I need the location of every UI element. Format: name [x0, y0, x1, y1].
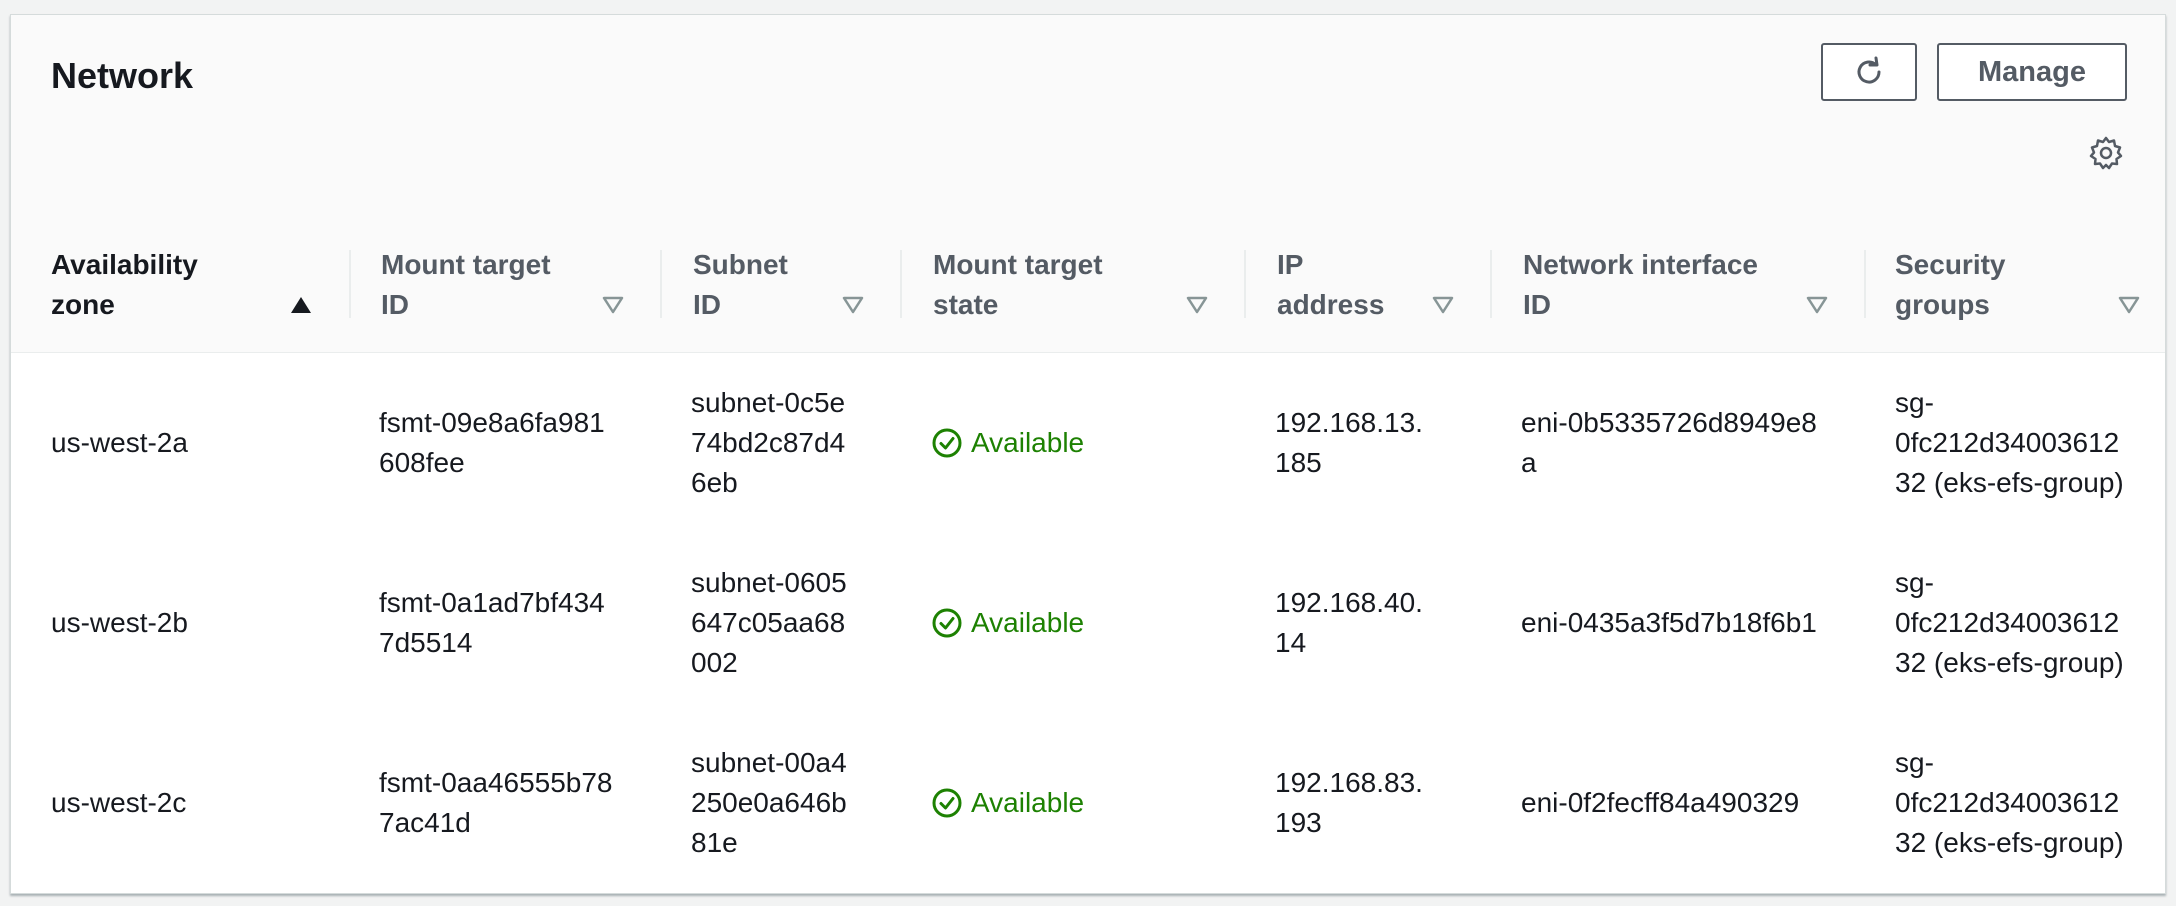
cell-ip-address: 192.168.13.185 — [1275, 407, 1423, 478]
cell-security-groups: sg-0fc212d3400361232 (eks-efs-group) — [1895, 387, 2124, 498]
column-header-subnet-id[interactable]: Subnet ID — [693, 245, 843, 325]
cell-mount-target-id: fsmt-0aa46555b787ac41d — [379, 767, 613, 838]
manage-button[interactable]: Manage — [1937, 43, 2127, 101]
column-separator — [900, 250, 902, 318]
refresh-icon — [1857, 56, 1881, 84]
sort-unsorted-icon[interactable] — [601, 295, 625, 315]
column-separator — [349, 250, 351, 318]
cell-subnet-id: subnet-0605647c05aa68002 — [691, 567, 847, 678]
cell-subnet-id: subnet-0c5e74bd2c87d46eb — [691, 387, 846, 498]
refresh-button[interactable] — [1821, 43, 1917, 101]
cell-network-interface-id: eni-0f2fecff84a490329 — [1521, 787, 1800, 818]
table-row[interactable]: us-west-2b fsmt-0a1ad7bf4347d5514 subnet… — [11, 533, 2165, 714]
cell-network-interface-id: eni-0b5335726d8949e8a — [1521, 407, 1817, 478]
column-separator — [660, 250, 662, 318]
cell-security-groups: sg-0fc212d3400361232 (eks-efs-group) — [1895, 747, 2124, 858]
table-row[interactable]: us-west-2a fsmt-09e8a6fa981608fee subnet… — [11, 353, 2165, 534]
cell-mount-target-state: Available — [931, 353, 1211, 533]
status-label: Available — [971, 427, 1085, 458]
sort-unsorted-icon[interactable] — [1431, 295, 1455, 315]
sort-unsorted-icon[interactable] — [841, 295, 865, 315]
column-header-ip-address[interactable]: IP address — [1277, 245, 1437, 325]
cell-availability-zone: us-west-2a — [51, 427, 188, 458]
cell-mount-target-state: Available — [931, 713, 1211, 893]
cell-availability-zone: us-west-2b — [51, 607, 188, 638]
column-separator — [1490, 250, 1492, 318]
cell-mount-target-id: fsmt-0a1ad7bf4347d5514 — [379, 587, 605, 658]
sort-unsorted-icon[interactable] — [1805, 295, 1829, 315]
panel-title: Network — [51, 55, 194, 96]
sort-ascending-icon[interactable] — [289, 295, 313, 315]
cell-security-groups: sg-0fc212d3400361232 (eks-efs-group) — [1895, 567, 2124, 678]
cell-ip-address: 192.168.40.14 — [1275, 587, 1423, 658]
gear-icon[interactable] — [2088, 135, 2124, 171]
panel-header: Network Manage — [11, 15, 2165, 216]
column-header-mount-target-id[interactable]: Mount target ID — [381, 245, 611, 325]
column-header-mount-target-state[interactable]: Mount target state — [933, 245, 1173, 325]
cell-mount-target-id: fsmt-09e8a6fa981608fee — [379, 407, 605, 478]
status-label: Available — [971, 607, 1085, 638]
status-check-icon — [932, 608, 962, 638]
cell-subnet-id: subnet-00a4250e0a646b81e — [691, 747, 847, 858]
status-check-icon — [932, 428, 962, 458]
column-header-network-interface-id[interactable]: Network interface ID — [1523, 245, 1793, 325]
cell-network-interface-id: eni-0435a3f5d7b18f6b1 — [1521, 607, 1817, 638]
status-label: Available — [971, 787, 1085, 818]
sort-unsorted-icon[interactable] — [1185, 295, 1209, 315]
network-panel: Network Manage Availability zone Mount t… — [10, 14, 2166, 894]
cell-availability-zone: us-west-2c — [51, 787, 187, 818]
column-separator — [1864, 250, 1866, 318]
status-check-icon — [932, 788, 962, 818]
table-header: Availability zone Mount target ID Subnet… — [11, 215, 2165, 353]
column-header-security-groups[interactable]: Security groups — [1895, 245, 2095, 325]
cell-ip-address: 192.168.83.193 — [1275, 767, 1423, 838]
table-row[interactable]: us-west-2c fsmt-0aa46555b787ac41d subnet… — [11, 713, 2165, 893]
cell-mount-target-state: Available — [931, 533, 1211, 713]
column-separator — [1244, 250, 1246, 318]
sort-unsorted-icon[interactable] — [2117, 295, 2141, 315]
